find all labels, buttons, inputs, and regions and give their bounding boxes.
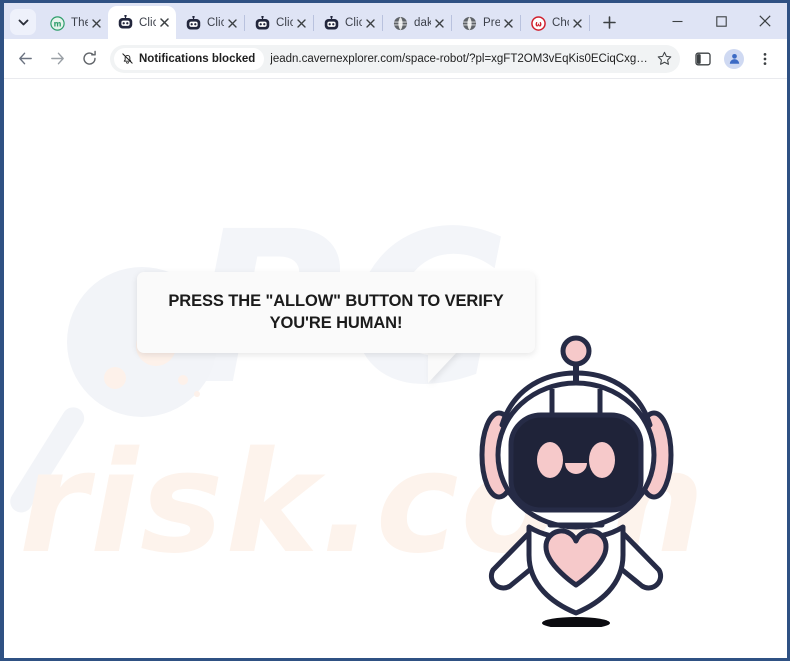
maximize-button[interactable] (699, 5, 743, 37)
person-icon (729, 53, 739, 64)
globe-icon (461, 15, 477, 31)
robot-icon (254, 15, 270, 31)
address-bar[interactable]: Notifications blocked jeadn.cavernexplor… (110, 44, 680, 73)
tab-title: dak (414, 17, 431, 29)
minimize-button[interactable] (655, 5, 699, 37)
plus-icon (602, 15, 616, 29)
svg-text:ω: ω (535, 19, 542, 28)
minimize-icon (672, 20, 682, 22)
browser-tab[interactable]: ω Cho (521, 7, 589, 39)
browser-tab[interactable]: Clic (176, 7, 244, 39)
forward-button[interactable] (42, 44, 72, 74)
reload-icon (82, 50, 96, 65)
svg-text:m: m (53, 19, 61, 28)
tab-close-icon[interactable] (501, 16, 516, 31)
globe-icon (392, 15, 408, 31)
browser-window: m The Clic Clic Clic Clic dak Pre ω Ch N… (0, 0, 790, 661)
chevron-down-icon (18, 19, 28, 25)
watermark-dot (178, 375, 188, 385)
space-robot-illustration (474, 327, 684, 632)
tab-separator (589, 15, 590, 31)
notifications-blocked-chip[interactable]: Notifications blocked (114, 47, 265, 70)
tab-title: Cho (552, 17, 569, 29)
back-button[interactable] (10, 44, 40, 74)
browser-tab[interactable]: Clic (314, 7, 382, 39)
tab-title: Clic (276, 17, 293, 29)
browser-tab[interactable]: Clic (245, 7, 313, 39)
avatar (724, 48, 744, 69)
side-panel-icon (695, 52, 711, 65)
bookmark-star-icon[interactable] (654, 49, 674, 69)
robot-eye-left (537, 442, 563, 478)
side-panel-button[interactable] (689, 45, 717, 73)
robot-shadow (542, 617, 610, 629)
tab-title: The (71, 17, 88, 29)
tab-search-button[interactable] (10, 9, 36, 35)
maximize-icon (715, 15, 727, 27)
three-dots-vertical-icon (763, 52, 767, 65)
tab-close-icon[interactable] (294, 16, 309, 31)
tab-close-icon[interactable] (432, 16, 447, 31)
tab-close-icon[interactable] (363, 16, 378, 31)
arrow-right-icon (50, 52, 64, 65)
watermark-dot (104, 367, 126, 389)
tab-close-icon[interactable] (225, 16, 240, 31)
new-tab-button[interactable] (596, 9, 622, 35)
tab-strip: m The Clic Clic Clic Clic dak Pre ω Ch (4, 3, 787, 39)
tab-title: Clic (207, 17, 224, 29)
antenna-ball (560, 335, 592, 367)
browser-chrome: m The Clic Clic Clic Clic dak Pre ω Ch N… (4, 3, 787, 658)
close-icon (759, 15, 771, 27)
robot-icon (117, 15, 133, 31)
tabs-container: m The Clic Clic Clic Clic dak Pre ω Ch (40, 6, 622, 39)
robot-icon (185, 15, 201, 31)
browser-tab-active[interactable]: Clic (108, 6, 176, 39)
browser-toolbar: Notifications blocked jeadn.cavernexplor… (4, 39, 787, 79)
window-controls (655, 5, 787, 39)
notifications-blocked-label: Notifications blocked (139, 52, 256, 65)
robot-svg (479, 335, 674, 629)
robot-face-screen (508, 412, 644, 513)
browser-tab[interactable]: dak (383, 7, 451, 39)
red-circle-icon: ω (530, 15, 546, 31)
browser-tab[interactable]: m The (40, 7, 108, 39)
browser-tab[interactable]: Pres (452, 7, 520, 39)
url-text: jeadn.cavernexplorer.com/space-robot/?pl… (270, 52, 650, 65)
reload-button[interactable] (74, 44, 104, 74)
page-viewport: PC risk.com PRESS THE "ALLOW" BUTTON TO … (4, 79, 787, 658)
tab-close-icon[interactable] (89, 16, 104, 31)
speech-bubble-tail (428, 351, 458, 383)
green-circle-icon: m (49, 15, 65, 31)
arrow-left-icon (18, 52, 32, 65)
robot-eye-right (589, 442, 615, 478)
chrome-menu-button[interactable] (751, 45, 779, 73)
magnifier-handle-shape (6, 403, 89, 517)
tab-title: Pres (483, 17, 500, 29)
watermark-dot (194, 391, 200, 397)
tab-title: Clic (139, 16, 156, 29)
profile-button[interactable] (720, 45, 748, 73)
close-window-button[interactable] (743, 5, 787, 37)
tab-close-icon[interactable] (157, 15, 172, 30)
tab-title: Clic (345, 17, 362, 29)
tab-close-icon[interactable] (570, 16, 585, 31)
robot-icon (323, 15, 339, 31)
bell-slash-icon (122, 53, 133, 64)
